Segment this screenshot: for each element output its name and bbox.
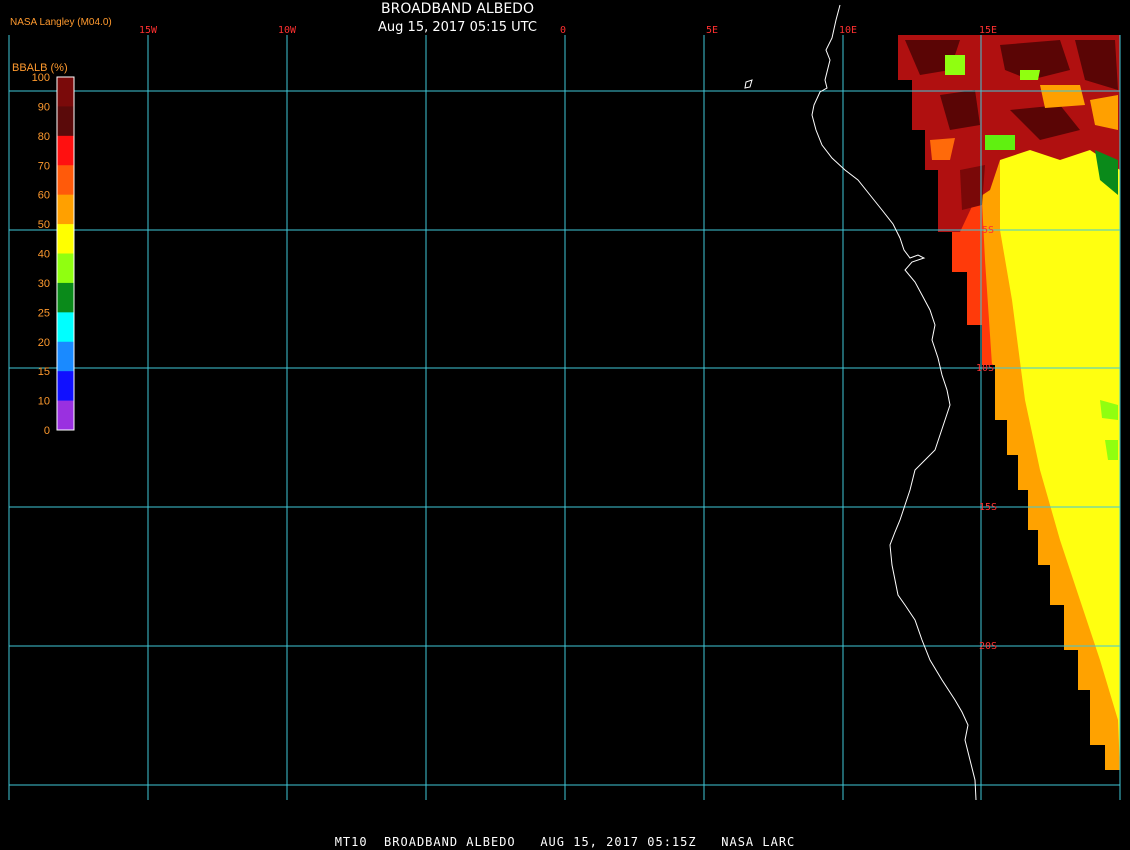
footer-caption: MT10 BROADBAND ALBEDO AUG 15, 2017 05:15… <box>334 835 796 849</box>
legend-tick-label: 80 <box>38 131 50 143</box>
legend-swatch <box>57 371 74 402</box>
albedo-map: 15W 10W 0 5E 10E 15E 5S 10S 15S 20S BBAL… <box>0 0 1130 850</box>
legend-swatch <box>57 253 74 284</box>
legend-tick-label: 60 <box>38 190 50 202</box>
legend-swatch <box>57 400 74 431</box>
lat-label-20s: 20S <box>979 641 997 652</box>
legend-swatch <box>57 135 74 166</box>
legend-swatches <box>57 77 74 431</box>
legend-tick-label: 40 <box>38 249 50 261</box>
legend-tick-label: 20 <box>38 337 50 349</box>
legend-tick-label: 15 <box>38 366 50 378</box>
legend-tick-label: 100 <box>32 72 50 84</box>
legend-tick-label: 50 <box>38 219 50 231</box>
lon-label-15e: 15E <box>979 25 997 36</box>
lat-label-5s: 5S <box>982 225 994 236</box>
legend-tick-label: 30 <box>38 278 50 290</box>
map-title: BROADBAND ALBEDO <box>381 1 534 17</box>
lat-label-10s: 10S <box>976 363 994 374</box>
legend-tick-label: 90 <box>38 101 50 113</box>
legend-swatch <box>57 312 74 343</box>
map-timestamp: Aug 15, 2017 05:15 UTC <box>378 20 537 35</box>
legend-swatch <box>57 77 74 107</box>
legend-swatch <box>57 282 74 313</box>
legend-swatch <box>57 224 74 254</box>
legend-tick-label: 10 <box>38 396 50 408</box>
legend-swatch <box>57 194 74 225</box>
legend-tick-label: 70 <box>38 160 50 172</box>
lat-label-15s: 15S <box>979 502 997 513</box>
legend-tick-label: 25 <box>38 307 50 319</box>
legend-tick-label: 0 <box>44 425 50 437</box>
legend-swatch <box>57 341 74 372</box>
legend-swatch <box>57 106 74 137</box>
legend-swatch <box>57 165 74 196</box>
